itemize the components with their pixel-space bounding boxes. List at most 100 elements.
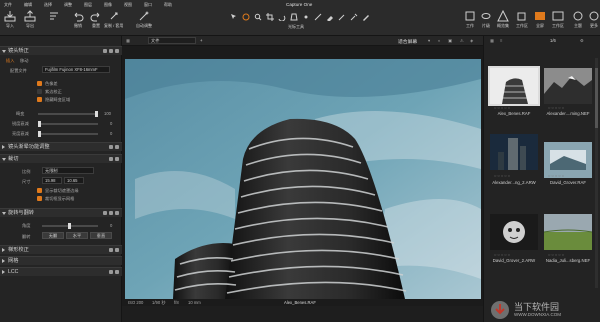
angle-slider[interactable] <box>42 223 98 229</box>
import-icon <box>4 11 16 22</box>
redo-button[interactable]: 重置 <box>90 10 102 29</box>
brush-tool-icon[interactable] <box>314 12 322 22</box>
browser-settings-icon[interactable]: ⚙ <box>580 38 584 43</box>
flip-none-button[interactable]: 无翻 <box>42 232 64 239</box>
menu-edit[interactable]: 编辑 <box>24 2 32 8</box>
thumb-3-name[interactable]: Alexander...ng_2.ARW <box>486 180 542 185</box>
copy-apply-button[interactable]: 复制 / 套用 <box>104 10 123 29</box>
menu-select[interactable]: 选择 <box>44 2 52 8</box>
sort-button[interactable] <box>48 10 60 23</box>
thumb-3[interactable] <box>490 134 538 170</box>
page-counter: 1/6 <box>550 38 556 43</box>
section-rotate-flip[interactable]: 旋转与翻转 <box>0 208 122 217</box>
cursor-tools-label: 光标工具 <box>288 24 304 29</box>
select-cursor-icon[interactable] <box>230 12 238 22</box>
brightness-slider[interactable] <box>38 131 98 137</box>
eraser-tool-icon[interactable] <box>326 12 334 22</box>
spot-tool-icon[interactable] <box>302 12 310 22</box>
distortion-slider[interactable] <box>38 111 98 117</box>
flip-vertical-button[interactable]: 垂直 <box>90 232 112 239</box>
import-button[interactable]: 导入 <box>4 10 16 29</box>
image-viewer[interactable] <box>122 46 483 306</box>
toolbar-right-3[interactable]: 概览集 <box>497 10 509 29</box>
flip-horizontal-button[interactable]: 水平 <box>66 232 88 239</box>
thumb-6[interactable] <box>544 214 592 250</box>
crop-height-input[interactable]: 10.65 <box>64 177 84 184</box>
viewer-statusbar: ISO 200 1/90 秒 f/8 10 mm Alex_Benes.RAF <box>122 298 483 308</box>
export-button[interactable]: 导出 <box>24 10 36 29</box>
crop-tool-icon[interactable] <box>266 12 274 22</box>
gradient-tool-icon[interactable] <box>338 12 346 22</box>
thumb-6-name[interactable]: Nadia_Juli...sberg.NEF <box>540 258 596 263</box>
menu-help[interactable]: 帮助 <box>164 2 172 8</box>
highlight-icon[interactable]: ▣ <box>448 38 452 43</box>
section-lcc[interactable]: LCC <box>0 267 122 276</box>
keystone-tool-icon[interactable] <box>290 12 298 22</box>
checkbox-purple-fringe[interactable] <box>37 89 42 94</box>
toolbar-right-4[interactable]: 工作区 <box>516 10 528 29</box>
menu-file[interactable]: 文件 <box>4 2 12 8</box>
viewer-toolbar: ▦ 文件 + 适合屏幕 ▾ ◐ ▣ ⚠ ◈ <box>122 36 483 46</box>
menu-image[interactable]: 图像 <box>104 2 112 8</box>
menu-view[interactable]: 视图 <box>124 2 132 8</box>
toolbar-right-5[interactable]: 全屏 <box>534 10 546 29</box>
distortion-value[interactable]: 100 <box>104 111 111 116</box>
compare-icon[interactable]: ◐ <box>438 38 441 43</box>
section-lens-correction[interactable]: 镜头矫正 <box>0 46 122 55</box>
browser-sort-icon[interactable]: ≡ <box>500 38 502 43</box>
angle-value[interactable]: 0 <box>110 223 112 228</box>
thumb-5-name[interactable]: David_Grover_2.ARW <box>486 258 542 263</box>
pan-tool-icon[interactable] <box>242 12 250 22</box>
checkbox-crop-grid[interactable] <box>37 196 42 201</box>
auto-adjust-button[interactable]: 自动调整 <box>136 10 152 29</box>
tab-insert[interactable]: 插入 <box>6 58 14 64</box>
section-keystone[interactable]: 梯形校正 <box>0 245 122 254</box>
settings-icon[interactable]: ◈ <box>470 38 473 43</box>
toolbar-right-8[interactable]: 更多 <box>588 10 600 29</box>
section-crop[interactable]: 裁切 <box>0 154 122 163</box>
menu-layer[interactable]: 图层 <box>84 2 92 8</box>
picker-tool-icon[interactable] <box>350 12 358 22</box>
checkbox-crop-mask[interactable] <box>37 188 42 193</box>
menu-window[interactable]: 窗口 <box>144 2 152 8</box>
layout-icon <box>552 11 564 21</box>
sharpness-slider[interactable] <box>38 121 98 127</box>
toolbar-right-6[interactable]: 工作区 <box>552 10 564 29</box>
rotate-tool-icon[interactable] <box>278 12 286 22</box>
browser-scrollbar[interactable] <box>595 58 598 288</box>
section-grid[interactable]: 网格 <box>0 256 122 265</box>
warning-icon[interactable]: ⚠ <box>460 38 464 43</box>
thumb-4-name[interactable]: David_Grover.RAF <box>540 180 596 185</box>
browser-view-icon[interactable]: ▦ <box>490 38 494 43</box>
brightness-value[interactable]: 0 <box>110 131 112 136</box>
annotate-tool-icon[interactable] <box>362 12 370 22</box>
sort-icon <box>50 12 58 20</box>
toolbar-right-1[interactable]: 工作 <box>464 10 476 29</box>
fit-dropdown-icon[interactable]: ▾ <box>428 38 430 43</box>
add-tab-icon[interactable]: + <box>200 38 202 43</box>
ratio-select[interactable]: 无限制 <box>42 167 94 174</box>
toolbar-right-7[interactable]: 主题 <box>572 10 584 29</box>
zoom-tool-icon[interactable] <box>254 12 262 22</box>
status-filename: Alex_Benes.RAF <box>284 300 316 305</box>
checkbox-hide-distortion[interactable] <box>37 97 42 102</box>
sharpness-value[interactable]: 0 <box>110 121 112 126</box>
fit-screen-label[interactable]: 适合屏幕 <box>398 38 417 45</box>
thumb-2[interactable] <box>544 68 592 104</box>
brightness-label: 亮度衰减 <box>12 131 29 136</box>
size-label: 尺寸 <box>22 179 31 184</box>
checkbox-chromatic[interactable] <box>37 81 42 86</box>
thumb-1-name[interactable]: Alex_Benes.RAF <box>486 111 542 116</box>
viewer-grid-icon[interactable]: ▦ <box>126 38 130 43</box>
crop-width-input[interactable]: 15.98 <box>42 177 62 184</box>
undo-button[interactable]: 撤销 <box>72 10 84 29</box>
menu-adjust[interactable]: 调整 <box>64 2 72 8</box>
section-vignette[interactable]: 镜头渐晕功能调整 <box>0 142 122 151</box>
lens-profile-select[interactable]: Fujifilm Fujinon XF8-16mmF <box>42 66 110 73</box>
tab-move[interactable]: 移动 <box>20 58 28 64</box>
toolbar-right-2[interactable]: 片级 <box>480 10 492 29</box>
thumb-1[interactable] <box>488 66 540 106</box>
viewer-tab[interactable]: 文件 <box>148 37 196 44</box>
thumb-2-name[interactable]: Alexander....ming.NEF <box>540 111 596 116</box>
thumb-5[interactable] <box>490 214 538 250</box>
